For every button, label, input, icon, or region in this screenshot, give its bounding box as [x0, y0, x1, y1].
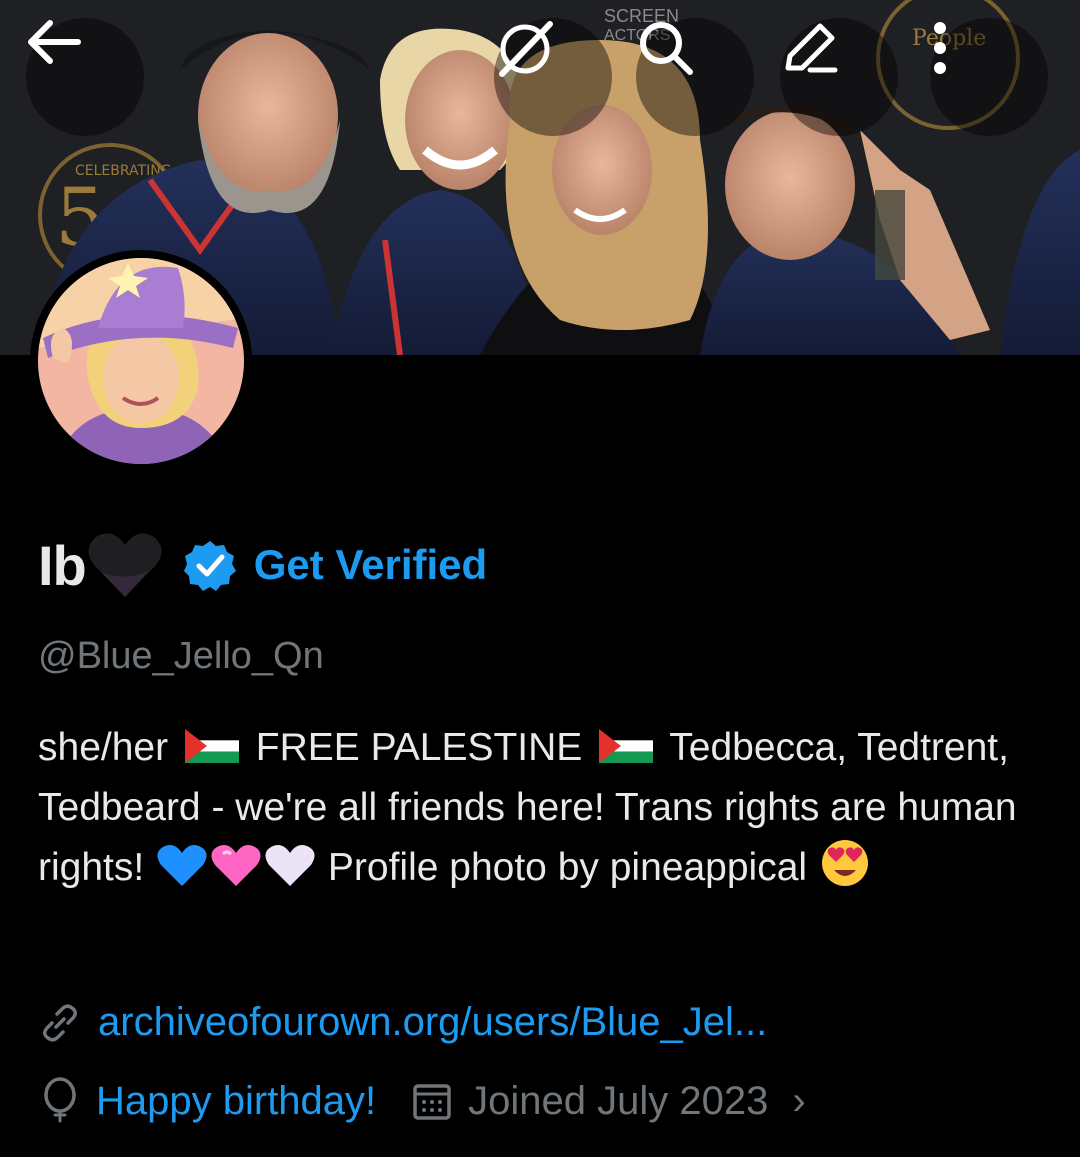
grok-button[interactable] — [494, 18, 612, 136]
blue-heart-emoji — [157, 845, 207, 886]
pencil-icon — [785, 23, 838, 73]
website-row: archiveofourown.org/users/Blue_Jel... — [38, 1000, 767, 1045]
search-button[interactable] — [636, 18, 754, 136]
website-link[interactable]: archiveofourown.org/users/Blue_Jel... — [98, 1000, 767, 1045]
balloon-icon — [44, 1077, 76, 1123]
avatar-illustration — [38, 258, 244, 464]
search-icon — [640, 22, 693, 75]
profile-meta-row: Happy birthday! Joined July 2023 › — [38, 1075, 806, 1127]
bio-pronouns: she/her — [38, 726, 169, 769]
more-button[interactable] — [930, 18, 1048, 136]
white-heart-emoji — [265, 845, 315, 886]
avatar[interactable] — [30, 250, 252, 472]
more-vertical-icon — [934, 22, 946, 74]
pink-heart-emoji — [211, 845, 261, 886]
bio-free-palestine: FREE PALESTINE — [255, 726, 583, 769]
profile-bio: she/her FREE PALESTINE Tedbecca, Tedtren… — [38, 718, 1048, 898]
black-heart-emoji — [88, 533, 162, 597]
profile-name-row: Ib Get Verified — [38, 525, 487, 605]
palestine-flag-emoji — [184, 729, 239, 763]
back-button[interactable] — [26, 18, 144, 136]
profile-handle: @Blue_Jello_Qn — [38, 635, 324, 677]
birthday-text[interactable]: Happy birthday! — [96, 1079, 376, 1124]
palestine-flag-emoji — [599, 729, 654, 763]
display-name: Ib — [38, 533, 87, 597]
grok-slash-circle-icon — [499, 21, 553, 77]
link-icon — [43, 1004, 77, 1041]
calendar-icon — [413, 1084, 451, 1120]
edit-button[interactable] — [780, 18, 898, 136]
bio-photo-credit: Profile photo by pineappical — [327, 846, 808, 889]
verified-badge-icon[interactable] — [183, 539, 236, 591]
arrow-left-icon — [28, 20, 81, 64]
chevron-right-icon[interactable]: › — [792, 1079, 805, 1124]
joined-date: Joined July 2023 — [468, 1078, 769, 1123]
get-verified-link[interactable]: Get Verified — [254, 541, 487, 589]
heart-eyes-emoji — [821, 840, 868, 886]
